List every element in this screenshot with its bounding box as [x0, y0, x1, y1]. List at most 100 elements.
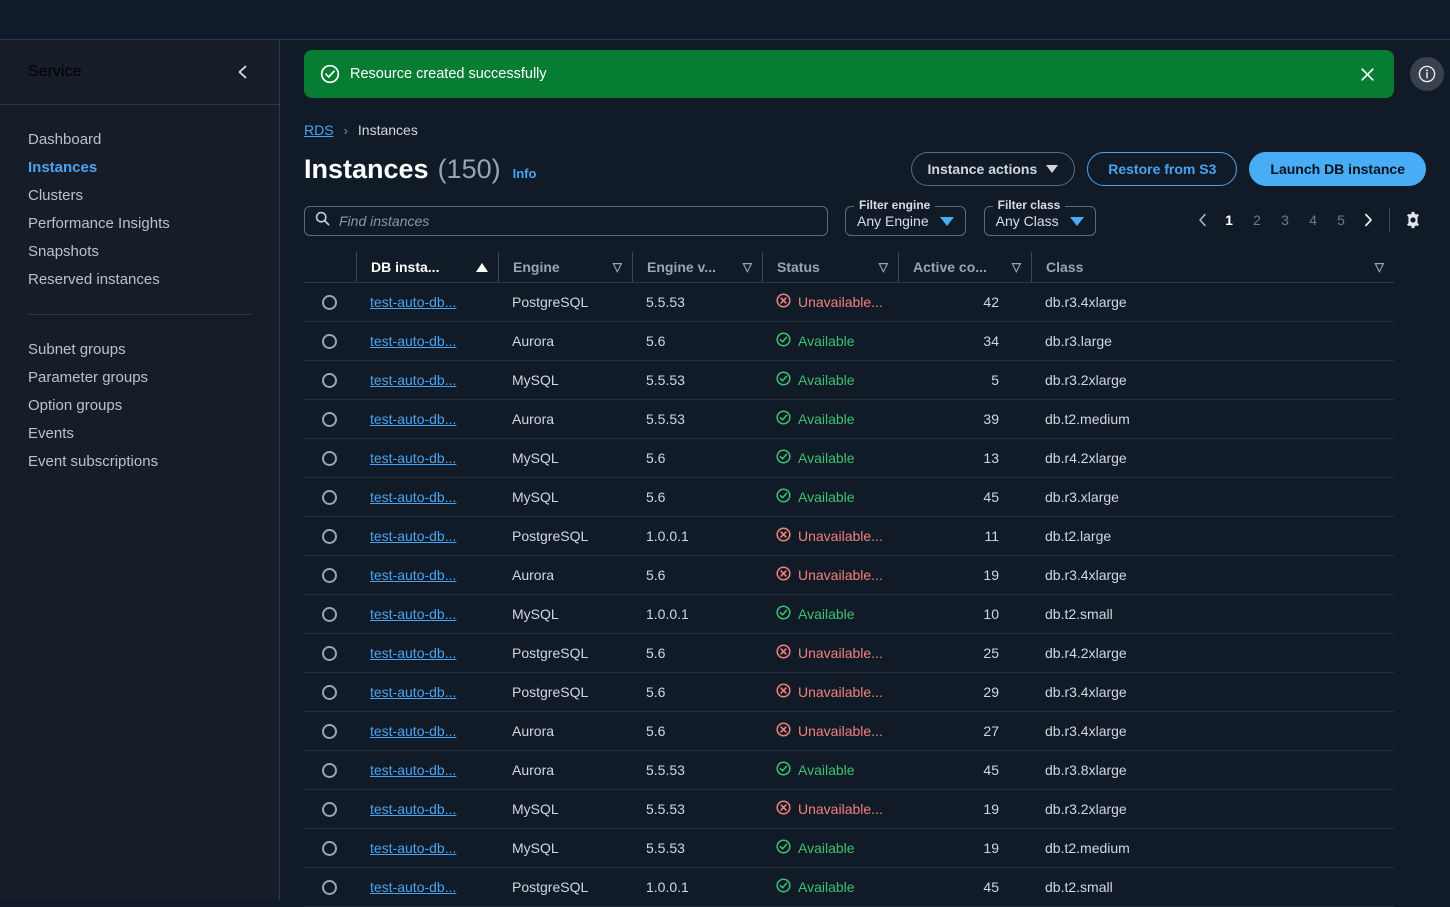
db-instance-link[interactable]: test-auto-db...: [370, 528, 456, 544]
sidebar-item-reserved-instances[interactable]: Reserved instances: [0, 265, 279, 293]
table-row[interactable]: test-auto-db... PostgreSQL 5.6 Unavailable.…: [304, 673, 1394, 712]
sidebar-item-instances[interactable]: Instances: [0, 153, 279, 181]
restore-from-s3-button[interactable]: Restore from S3: [1087, 152, 1238, 186]
table-header-class[interactable]: Class ▽: [1031, 252, 1394, 283]
chevron-down-icon: [1069, 216, 1084, 226]
engine-cell: PostgreSQL: [512, 645, 589, 661]
search-box[interactable]: [304, 206, 828, 236]
row-select-cell: [304, 517, 356, 556]
pagination-next-button[interactable]: [1355, 207, 1381, 233]
info-link[interactable]: Info: [513, 166, 537, 181]
launch-db-instance-button[interactable]: Launch DB instance: [1249, 152, 1426, 186]
table-row[interactable]: test-auto-db... Aurora 5.5.53 Available 45 db…: [304, 751, 1394, 790]
row-radio-button[interactable]: [322, 723, 337, 739]
table-row[interactable]: test-auto-db... PostgreSQL 1.0.0.1 Availabl…: [304, 868, 1394, 907]
table-row[interactable]: test-auto-db... Aurora 5.5.53 Available 39 db…: [304, 400, 1394, 439]
table-row[interactable]: test-auto-db... PostgreSQL 5.6 Unavailable.…: [304, 634, 1394, 673]
table-header-engine-version[interactable]: Engine v... ▽: [632, 252, 762, 283]
filter-class-label: Filter class: [992, 198, 1066, 212]
table-row[interactable]: test-auto-db... Aurora 5.6 Unavailable... 19…: [304, 556, 1394, 595]
row-radio-button[interactable]: [322, 411, 337, 427]
notification-row: Resource created successfully: [280, 40, 1450, 98]
db-instance-cell: test-auto-db...: [356, 556, 498, 595]
db-instance-link[interactable]: test-auto-db...: [370, 411, 456, 427]
table-row[interactable]: test-auto-db... MySQL 1.0.0.1 Available 10 db…: [304, 595, 1394, 634]
row-radio-button[interactable]: [322, 489, 337, 505]
table-row[interactable]: test-auto-db... MySQL 5.6 Available 45 db.r3.…: [304, 478, 1394, 517]
row-radio-button[interactable]: [322, 333, 337, 349]
row-radio-button[interactable]: [322, 879, 337, 895]
table-row[interactable]: test-auto-db... MySQL 5.5.53 Available 5 db.r…: [304, 361, 1394, 400]
sidebar-item-event-subscriptions[interactable]: Event subscriptions: [0, 447, 279, 475]
sidebar-item-events[interactable]: Events: [0, 419, 279, 447]
table-row[interactable]: test-auto-db... MySQL 5.5.53 Unavailable...…: [304, 790, 1394, 829]
table-row[interactable]: test-auto-db... Aurora 5.6 Unavailable... 27…: [304, 712, 1394, 751]
active-connections-cell: 42: [983, 294, 999, 310]
instance-actions-button[interactable]: Instance actions: [910, 152, 1076, 186]
pagination-page-2[interactable]: 2: [1246, 207, 1268, 233]
table-header-active-connections[interactable]: Active co... ▽: [898, 252, 1031, 283]
filter-engine-select[interactable]: Filter engine Any Engine: [845, 198, 966, 236]
row-radio-button[interactable]: [322, 762, 337, 778]
db-instance-link[interactable]: test-auto-db...: [370, 294, 456, 310]
info-circle-icon[interactable]: [1410, 57, 1444, 91]
breadcrumb-link-rds[interactable]: RDS: [304, 122, 334, 138]
db-instance-link[interactable]: test-auto-db...: [370, 879, 456, 895]
db-instance-link[interactable]: test-auto-db...: [370, 762, 456, 778]
pagination-page-5[interactable]: 5: [1330, 207, 1352, 233]
row-radio-button[interactable]: [322, 606, 337, 622]
sidebar-item-performance-insights[interactable]: Performance Insights: [0, 209, 279, 237]
table-row[interactable]: test-auto-db... PostgreSQL 5.5.53 Unavailab…: [304, 283, 1394, 322]
row-radio-button[interactable]: [322, 840, 337, 856]
db-instance-link[interactable]: test-auto-db...: [370, 489, 456, 505]
row-radio-button[interactable]: [322, 294, 337, 310]
row-radio-button[interactable]: [322, 528, 337, 544]
row-radio-button[interactable]: [322, 567, 337, 583]
table-header-db-instance[interactable]: DB insta...: [356, 252, 498, 283]
chevron-left-icon[interactable]: [231, 61, 253, 83]
row-radio-button[interactable]: [322, 684, 337, 700]
db-instance-link[interactable]: test-auto-db...: [370, 684, 456, 700]
pagination-page-3[interactable]: 3: [1274, 207, 1296, 233]
pagination-page-4[interactable]: 4: [1302, 207, 1324, 233]
table-header-engine[interactable]: Engine ▽: [498, 252, 632, 283]
table-row[interactable]: test-auto-db... Aurora 5.6 Available 34 db.r3…: [304, 322, 1394, 361]
db-instance-link[interactable]: test-auto-db...: [370, 450, 456, 466]
status-available-icon: [776, 878, 791, 896]
row-radio-button[interactable]: [322, 450, 337, 466]
db-instance-link[interactable]: test-auto-db...: [370, 723, 456, 739]
top-bar: [0, 0, 1450, 40]
row-radio-button[interactable]: [322, 801, 337, 817]
page-actions: Instance actions Restore from S3 Launch …: [910, 152, 1426, 186]
db-instance-link[interactable]: test-auto-db...: [370, 333, 456, 349]
gear-icon[interactable]: [1400, 207, 1426, 233]
table-row[interactable]: test-auto-db... MySQL 5.5.53 Available 19 db.…: [304, 829, 1394, 868]
sidebar-item-parameter-groups[interactable]: Parameter groups: [0, 363, 279, 391]
sidebar-item-subnet-groups[interactable]: Subnet groups: [0, 335, 279, 363]
row-radio-button[interactable]: [322, 372, 337, 388]
db-instance-link[interactable]: test-auto-db...: [370, 372, 456, 388]
pagination-page-1[interactable]: 1: [1218, 207, 1240, 233]
pagination-prev-button[interactable]: [1189, 207, 1215, 233]
close-icon[interactable]: [1356, 63, 1378, 85]
table-row[interactable]: test-auto-db... PostgreSQL 1.0.0.1 Unavaila…: [304, 517, 1394, 556]
db-instance-link[interactable]: test-auto-db...: [370, 606, 456, 622]
table-header-status[interactable]: Status ▽: [762, 252, 898, 283]
class-cell: db.t2.small: [1045, 879, 1113, 895]
sidebar-item-clusters[interactable]: Clusters: [0, 181, 279, 209]
search-input[interactable]: [339, 213, 817, 229]
db-instance-link[interactable]: test-auto-db...: [370, 645, 456, 661]
db-instance-link[interactable]: test-auto-db...: [370, 840, 456, 856]
status-cell: Unavailable...: [762, 790, 898, 829]
filter-class-select[interactable]: Filter class Any Class: [983, 198, 1096, 236]
table-row[interactable]: test-auto-db... MySQL 5.6 Available 13 db.r4.…: [304, 439, 1394, 478]
db-instance-link[interactable]: test-auto-db...: [370, 801, 456, 817]
sidebar-item-dashboard[interactable]: Dashboard: [0, 125, 279, 153]
table-header-row: DB insta... Engine ▽ Engine v... ▽ Statu…: [304, 252, 1394, 283]
db-instance-link[interactable]: test-auto-db...: [370, 567, 456, 583]
sidebar-item-snapshots[interactable]: Snapshots: [0, 237, 279, 265]
row-radio-button[interactable]: [322, 645, 337, 661]
column-label: Engine: [513, 259, 560, 275]
active-connections-cell: 10: [983, 606, 999, 622]
sidebar-item-option-groups[interactable]: Option groups: [0, 391, 279, 419]
